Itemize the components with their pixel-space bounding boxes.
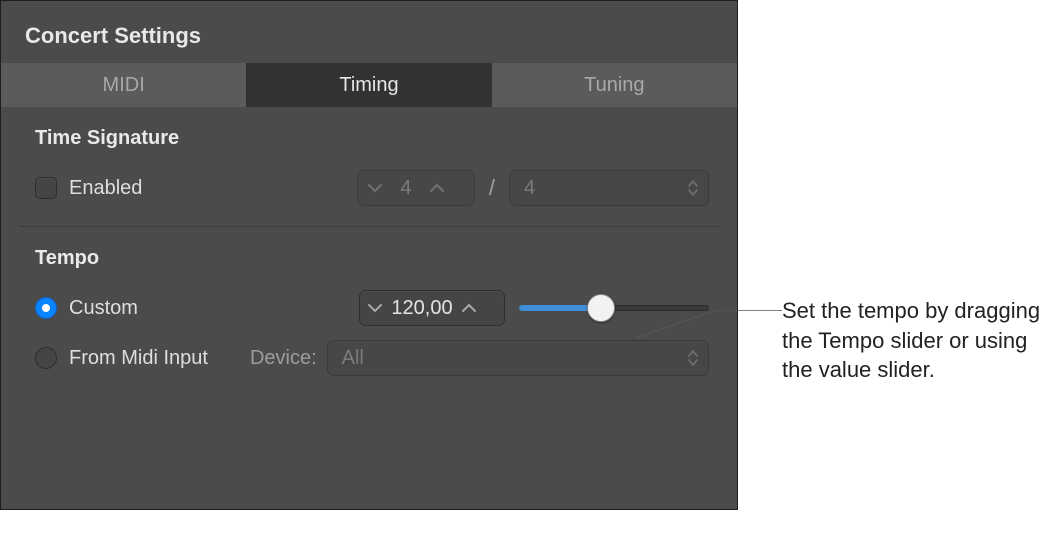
- from-midi-radio-label: From Midi Input: [69, 347, 208, 370]
- panel-header: Concert Settings: [1, 1, 737, 63]
- device-select[interactable]: All: [327, 340, 709, 376]
- time-signature-slash: /: [483, 175, 501, 201]
- time-signature-title: Time Signature: [35, 127, 709, 150]
- from-midi-radio[interactable]: [35, 347, 57, 369]
- denominator-value: 4: [524, 177, 535, 200]
- device-value: All: [342, 347, 364, 370]
- slider-thumb[interactable]: [587, 294, 615, 322]
- tempo-section: Tempo Custom 120,00 From Midi Inpu: [1, 227, 737, 378]
- chevron-down-icon[interactable]: [358, 183, 392, 193]
- tempo-slider[interactable]: [519, 290, 709, 326]
- custom-radio-label: Custom: [69, 297, 138, 320]
- tab-timing[interactable]: Timing: [246, 63, 491, 107]
- tempo-value-stepper[interactable]: 120,00: [359, 290, 505, 326]
- callout-text: Set the tempo by dragging the Tempo slid…: [782, 296, 1052, 385]
- updown-caret-icon: [678, 180, 698, 196]
- chevron-up-icon[interactable]: [420, 183, 454, 193]
- tempo-custom-row: Custom 120,00: [35, 288, 709, 328]
- enabled-label: Enabled: [69, 177, 142, 200]
- device-label: Device:: [250, 347, 317, 370]
- tempo-value: 120,00: [390, 297, 454, 320]
- tempo-title: Tempo: [35, 247, 709, 270]
- denominator-select[interactable]: 4: [509, 170, 709, 206]
- tab-tuning[interactable]: Tuning: [492, 63, 737, 107]
- concert-settings-panel: Concert Settings MIDI Timing Tuning Time…: [0, 0, 738, 510]
- numerator-stepper[interactable]: 4: [357, 170, 475, 206]
- tempo-midi-row: From Midi Input Device: All: [35, 338, 709, 378]
- numerator-value: 4: [392, 177, 420, 200]
- chevron-down-icon[interactable]: [360, 303, 390, 313]
- time-signature-row: Enabled 4 / 4: [35, 168, 709, 208]
- updown-caret-icon: [678, 350, 698, 366]
- time-signature-section: Time Signature Enabled 4 / 4: [1, 107, 737, 208]
- chevron-up-icon[interactable]: [454, 303, 484, 313]
- custom-radio[interactable]: [35, 297, 57, 319]
- tab-midi[interactable]: MIDI: [1, 63, 246, 107]
- tabs-bar: MIDI Timing Tuning: [1, 63, 737, 107]
- time-signature-controls: 4 / 4: [357, 170, 709, 206]
- panel-title: Concert Settings: [25, 23, 713, 49]
- enabled-checkbox[interactable]: [35, 177, 57, 199]
